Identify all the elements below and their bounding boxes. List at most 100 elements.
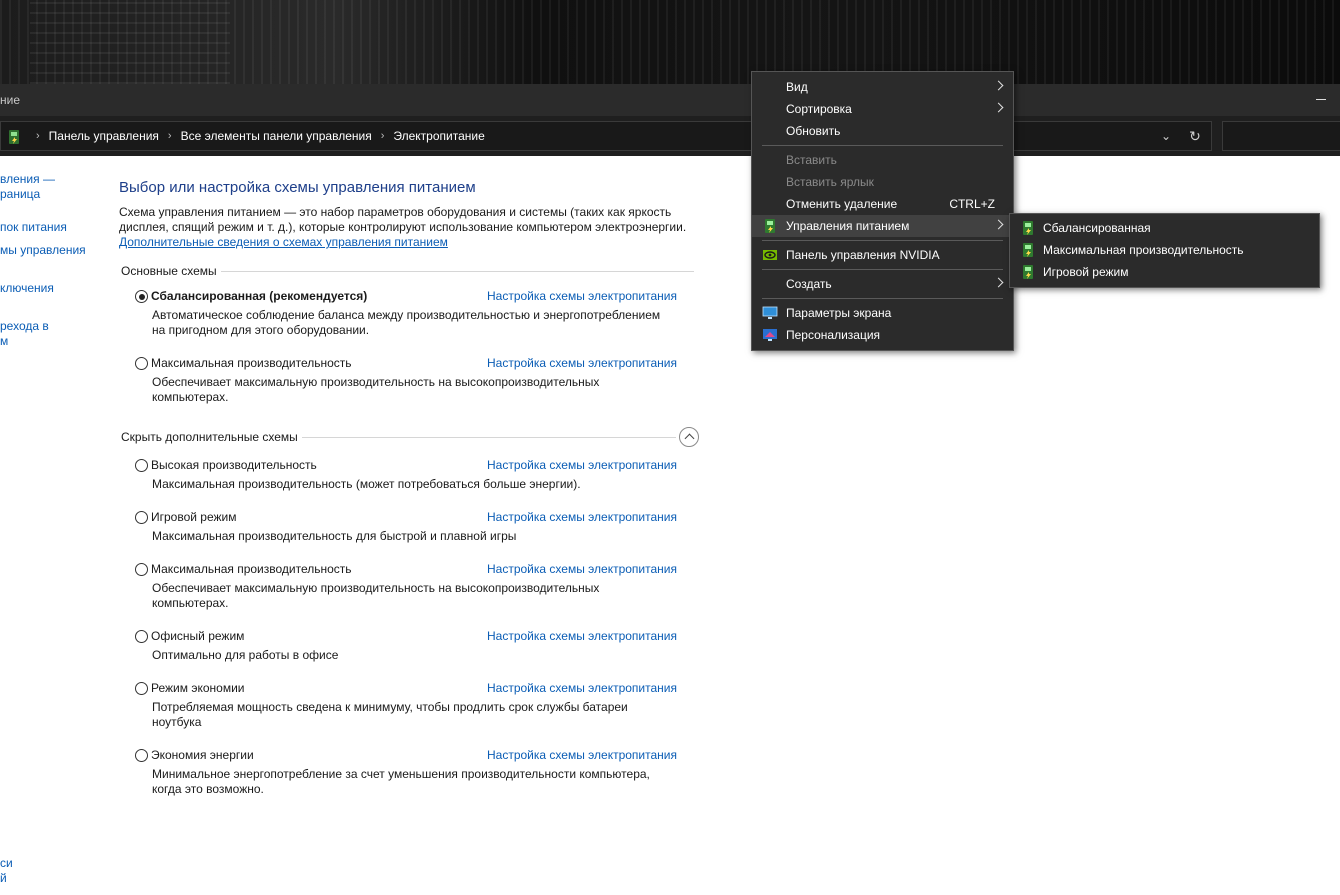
menu-item-nvidia-control-panel[interactable]: Панель управления NVIDIA — [752, 244, 1013, 266]
nvidia-icon — [763, 250, 777, 260]
nav-link-sleep-mode-cont[interactable]: м — [0, 334, 8, 349]
nav-link-control-panel-home-cont[interactable]: раница — [0, 187, 40, 202]
window-title: ние — [0, 93, 21, 107]
plan-radio[interactable] — [135, 749, 148, 762]
power-plan-icon — [1023, 221, 1033, 235]
menu-item-refresh[interactable]: Обновить — [752, 120, 1013, 142]
breadcrumb-all-items[interactable]: Все элементы панели управления — [181, 129, 372, 143]
plan-radio[interactable] — [135, 682, 148, 695]
address-bar-area: › Панель управления › Все элементы панел… — [0, 116, 1340, 156]
submenu-item-max-performance[interactable]: Максимальная производительность — [1010, 239, 1319, 261]
nav-link-control-panel-home[interactable]: вления — — [0, 172, 55, 187]
plan-radio[interactable] — [135, 511, 148, 524]
plan-name[interactable]: Сбалансированная (рекомендуется) — [151, 289, 367, 303]
breadcrumb-control-panel[interactable]: Панель управления — [49, 129, 159, 143]
window-title-bar[interactable]: ние — [0, 84, 1340, 116]
breadcrumb-separator[interactable]: › — [168, 130, 172, 142]
chevron-right-icon — [993, 102, 1004, 113]
refresh-icon[interactable]: ↻ — [1187, 128, 1203, 144]
menu-item-label: Обновить — [786, 124, 841, 138]
menu-item-create[interactable]: Создать — [752, 273, 1013, 295]
breadcrumb: › Панель управления › Все элементы панел… — [27, 122, 485, 150]
plan-settings-link[interactable]: Настройка схемы электропитания — [487, 289, 677, 303]
breadcrumb-separator[interactable]: › — [36, 130, 40, 142]
menu-item-undo-delete[interactable]: Отменить удаление CTRL+Z — [752, 193, 1013, 215]
plan-name[interactable]: Игровой режим — [151, 510, 237, 524]
menu-separator — [762, 298, 1003, 299]
power-plan-icon — [765, 219, 775, 233]
plan-name[interactable]: Офисный режим — [151, 629, 244, 643]
nav-link-display-off[interactable]: ключения — [0, 281, 54, 296]
power-options-icon — [9, 130, 19, 144]
plan-radio[interactable] — [135, 459, 148, 472]
menu-item-display-settings[interactable]: Параметры экрана — [752, 302, 1013, 324]
minimize-button[interactable] — [1316, 92, 1328, 106]
plan-description: Максимальная производительность для быст… — [152, 529, 517, 543]
menu-item-personalize[interactable]: Персонализация — [752, 324, 1013, 346]
menu-item-paste: Вставить — [752, 149, 1013, 171]
menu-item-label: Персонализация — [786, 328, 881, 342]
plan-name[interactable]: Экономия энергии — [151, 748, 254, 762]
wallpaper-texture — [30, 0, 230, 84]
plan-description: Обеспечивает максимальную производительн… — [152, 375, 600, 404]
plan-description: Оптимально для работы в офисе — [152, 648, 339, 662]
plan-name[interactable]: Максимальная производительность — [151, 356, 352, 370]
menu-item-view[interactable]: Вид — [752, 76, 1013, 98]
page-title: Выбор или настройка схемы управления пит… — [119, 179, 476, 196]
submenu-item-label: Максимальная производительность — [1043, 243, 1244, 257]
nav-link-see-also[interactable]: си — [0, 856, 13, 871]
plan-description: Автоматическое соблюдение баланса между … — [152, 308, 661, 337]
plan-radio[interactable] — [135, 563, 148, 576]
breadcrumb-power-options[interactable]: Электропитание — [393, 129, 484, 143]
menu-item-label: Отменить удаление — [786, 197, 898, 211]
plan-radio[interactable] — [135, 357, 148, 370]
display-icon — [762, 306, 778, 319]
collapse-icon[interactable] — [679, 427, 699, 447]
plan-name[interactable]: Высокая производительность — [151, 458, 317, 472]
plan-radio[interactable] — [135, 290, 148, 303]
page-description: Схема управления питанием — это набор па… — [119, 205, 687, 234]
personalize-icon — [763, 329, 777, 341]
menu-item-paste-shortcut: Вставить ярлык — [752, 171, 1013, 193]
menu-item-label: Вид — [786, 80, 808, 94]
plan-radio[interactable] — [135, 630, 148, 643]
plan-settings-link[interactable]: Настройка схемы электропитания — [487, 681, 677, 695]
menu-separator — [762, 145, 1003, 146]
chevron-down-icon[interactable]: ⌄ — [1159, 129, 1173, 143]
menu-item-sort[interactable]: Сортировка — [752, 98, 1013, 120]
menu-item-label: Вставить — [786, 153, 837, 167]
nav-link-create-plan[interactable]: мы управления — [0, 243, 86, 258]
chevron-right-icon — [993, 80, 1004, 91]
plan-name[interactable]: Максимальная производительность — [151, 562, 352, 576]
menu-item-power-management[interactable]: Управления питанием — [752, 215, 1013, 237]
plan-settings-link[interactable]: Настройка схемы электропитания — [487, 748, 677, 762]
plan-name[interactable]: Режим экономии — [151, 681, 244, 695]
submenu-item-label: Игровой режим — [1043, 265, 1129, 279]
plan-settings-link[interactable]: Настройка схемы электропитания — [487, 629, 677, 643]
plan-settings-link[interactable]: Настройка схемы электропитания — [487, 562, 677, 576]
more-info-link[interactable]: Дополнительные сведения о схемах управле… — [119, 235, 448, 249]
submenu-item-label: Сбалансированная — [1043, 221, 1151, 235]
menu-item-label: Создать — [786, 277, 832, 291]
nav-link-sleep-mode[interactable]: рехода в — [0, 319, 49, 334]
plan-settings-link[interactable]: Настройка схемы электропитания — [487, 458, 677, 472]
menu-item-label: Управления питанием — [786, 219, 910, 233]
group-header-main: Основные схемы — [121, 264, 217, 278]
nav-link-power-buttons[interactable]: пок питания — [0, 220, 67, 235]
menu-item-label: Параметры экрана — [786, 306, 892, 320]
plan-description: Потребляемая мощность сведена к минимуму… — [152, 700, 628, 729]
left-navigation: вления — раница пок питания мы управлени… — [0, 157, 110, 895]
plan-description: Обеспечивает максимальную производительн… — [152, 581, 600, 610]
group-header-extra[interactable]: Скрыть дополнительные схемы — [121, 430, 298, 444]
address-field[interactable]: › Панель управления › Все элементы панел… — [0, 121, 1212, 151]
submenu-item-balanced[interactable]: Сбалансированная — [1010, 217, 1319, 239]
power-plan-submenu: Сбалансированная Максимальная производит… — [1009, 213, 1320, 288]
nav-link-see-also-cont[interactable]: й — [0, 871, 7, 886]
submenu-item-game-mode[interactable]: Игровой режим — [1010, 261, 1319, 283]
plan-settings-link[interactable]: Настройка схемы электропитания — [487, 356, 677, 370]
breadcrumb-separator[interactable]: › — [381, 130, 385, 142]
power-plan-icon — [1023, 265, 1033, 279]
plan-settings-link[interactable]: Настройка схемы электропитания — [487, 510, 677, 524]
menu-item-shortcut: CTRL+Z — [949, 197, 995, 211]
search-input[interactable] — [1222, 121, 1340, 151]
